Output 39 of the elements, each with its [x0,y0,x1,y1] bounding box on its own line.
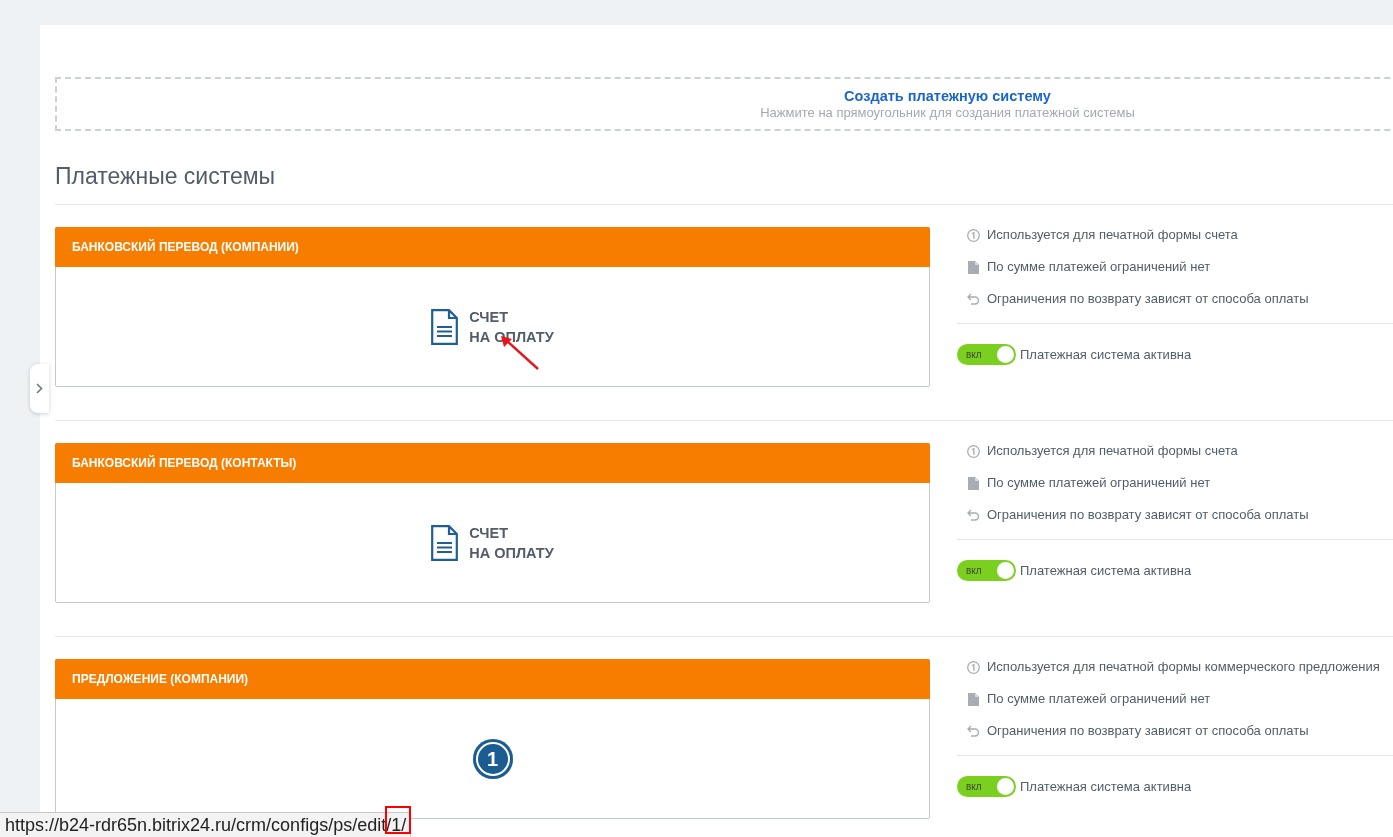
toggle-switch[interactable]: вкл [957,344,1016,365]
card-header: ПРЕДЛОЖЕНИЕ (КОМПАНИИ) [55,659,930,699]
info-text: Ограничения по возврату зависят от способа оплаты [987,506,1309,525]
info-icon [967,660,980,674]
number-badge: 1 [472,738,513,779]
info-text: По сумме платежей ограничений нет [987,474,1211,493]
payment-system-card[interactable]: БАНКОВСКИЙ ПЕРЕВОД (КОНТАКТЫ) СЧЕТ НА ОПЛАТУ [55,443,930,603]
return-arrow-icon [967,293,980,305]
info-icon [967,228,980,242]
info-text: По сумме платежей ограничений нет [987,690,1211,709]
toggle-switch[interactable]: вкл [957,560,1016,581]
info-text: Ограничения по возврату зависят от способа оплаты [987,722,1309,741]
info-text: Используется для печатной формы счета [987,442,1238,461]
sidebar-expand-button[interactable] [30,364,49,413]
payment-system-card[interactable]: ПРЕДЛОЖЕНИЕ (КОМПАНИИ) 1 [55,659,930,819]
status-text: Платежная система активна [1020,561,1192,580]
status-text: Платежная система активна [1020,777,1192,796]
return-arrow-icon [967,509,980,521]
file-icon [968,692,979,706]
return-arrow-icon [967,725,980,737]
document-icon [431,308,459,345]
info-text: Ограничения по возврату зависят от способа оплаты [987,290,1309,309]
info-text: По сумме платежей ограничений нет [987,258,1211,277]
create-payment-system-box[interactable]: Создать платежную систему Нажмите на прямоугольник для создания платежной системы [55,77,1393,131]
card-header: БАНКОВСКИЙ ПЕРЕВОД (КОМПАНИИ) [55,227,930,267]
section-heading: Платежные системы [55,162,276,190]
info-icon [967,444,980,458]
status-text: Платежная система активна [1020,345,1192,364]
toggle-switch[interactable]: вкл [957,776,1016,797]
file-icon [968,260,979,274]
info-text: Используется для печатной формы коммерческого предложения [987,658,1380,677]
card-header: БАНКОВСКИЙ ПЕРЕВОД (КОНТАКТЫ) [55,443,930,483]
info-text: Используется для печатной формы счета [987,226,1238,245]
chevron-right-icon [36,383,43,394]
document-icon [431,524,459,561]
document-label: СЧЕТ НА ОПЛАТУ [469,523,554,563]
hint-text: Нажмите на прямоугольник для создания платежной системы [760,105,1135,120]
create-link[interactable]: Создать платежную систему [844,88,1051,105]
file-icon [968,476,979,490]
